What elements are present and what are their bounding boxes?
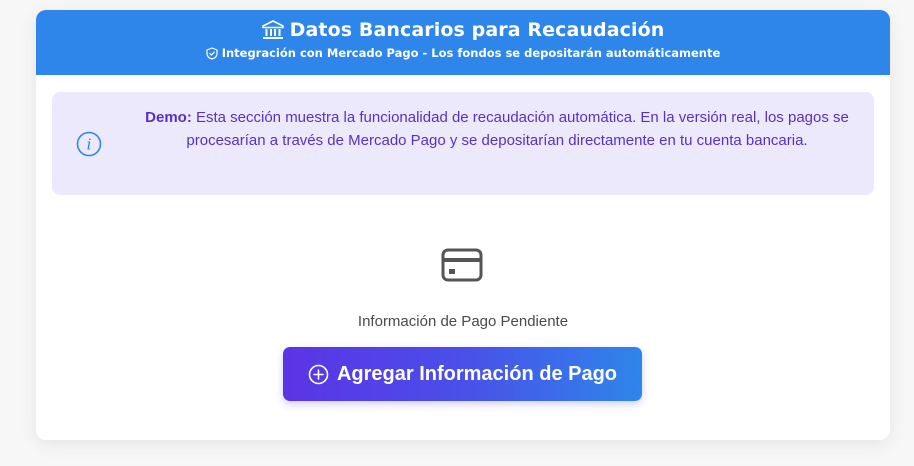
page-title: Datos Bancarios para Recaudación	[289, 19, 665, 41]
demo-notice: i Demo: Esta sección muestra la funciona…	[52, 92, 874, 195]
notice-text: Demo: Esta sección muestra la funcionali…	[142, 106, 852, 152]
card-header: Datos Bancarios para Recaudación Integra…	[36, 10, 890, 75]
header-subtitle-row: Integración con Mercado Pago - Los fondo…	[36, 46, 890, 60]
notice-label: Demo:	[145, 109, 192, 126]
header-subtitle: Integración con Mercado Pago - Los fondo…	[221, 46, 721, 60]
credit-card-icon	[441, 248, 483, 282]
shield-icon	[206, 46, 218, 60]
svg-text:i: i	[87, 136, 92, 154]
info-icon: i	[76, 131, 102, 157]
bank-details-card: Datos Bancarios para Recaudación Integra…	[36, 10, 890, 440]
notice-body: Esta sección muestra la funcionalidad de…	[186, 109, 849, 149]
payment-pending-label: Información de Pago Pendiente	[357, 313, 569, 330]
add-payment-info-label: Agregar Información de Pago	[336, 362, 618, 385]
bank-icon	[261, 20, 284, 39]
header-title-row: Datos Bancarios para Recaudación	[36, 10, 890, 41]
plus-circle-icon	[308, 364, 329, 384]
add-payment-info-button[interactable]: Agregar Información de Pago	[283, 347, 642, 401]
